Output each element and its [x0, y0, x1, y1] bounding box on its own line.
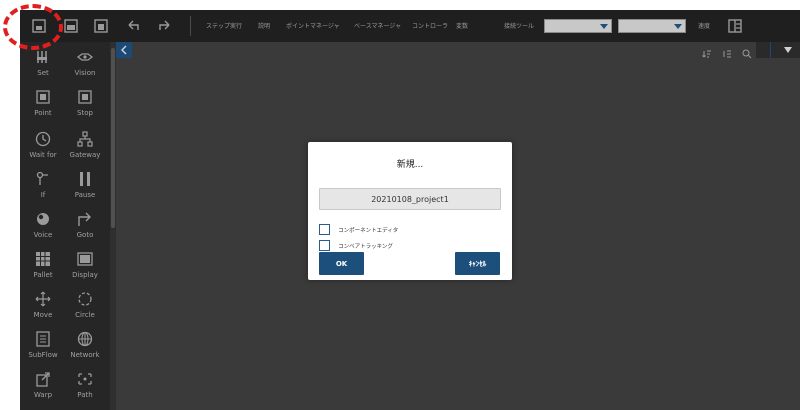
palette-item-pause[interactable]: Pause: [64, 170, 106, 210]
palette-item-voice[interactable]: Voice: [22, 210, 64, 250]
project-name-input[interactable]: [319, 188, 501, 210]
scrollbar-thumb[interactable]: [111, 48, 115, 228]
palette-item-network[interactable]: Network: [64, 330, 106, 370]
robot-select[interactable]: [544, 19, 612, 33]
if-icon: [36, 171, 48, 185]
open-file-icon[interactable]: [62, 17, 80, 35]
pause-icon: [80, 172, 90, 186]
path-icon: [78, 373, 92, 385]
conveyor-tracking-checkbox[interactable]: [319, 240, 330, 251]
command-palette: Set Vision Point Stop Wait for Gateway I…: [20, 42, 110, 410]
menu-description[interactable]: 説明: [258, 21, 270, 30]
top-toolbar: ステップ実行 説明 ポイントマネージャ ベースマネージャ コントローラ 変数 接…: [20, 10, 800, 42]
sort-icon[interactable]: [701, 49, 712, 59]
menu-point-manager[interactable]: ポイントマネージャ: [286, 21, 340, 30]
component-editor-option[interactable]: コンポーネントエディタ: [319, 219, 399, 235]
network-icon: [77, 331, 93, 347]
align-icon[interactable]: [722, 49, 732, 59]
chevron-down-icon: [600, 24, 608, 29]
layout-toggle-icon[interactable]: [726, 17, 744, 35]
component-editor-label: コンポーネントエディタ: [338, 227, 399, 234]
wait-icon: [35, 131, 51, 147]
move-icon: [35, 291, 51, 307]
highlight-circle: [3, 4, 63, 50]
palette-item-point[interactable]: Point: [22, 88, 64, 128]
cancel-button[interactable]: ｷｬﾝｾﾙ: [455, 252, 500, 275]
palette-item-if[interactable]: If: [22, 170, 64, 210]
display-icon: [77, 252, 93, 266]
palette-item-path[interactable]: Path: [64, 370, 106, 410]
chevron-down-icon: [674, 24, 682, 29]
canvas-tools: [697, 44, 752, 59]
save-file-icon[interactable]: [92, 17, 110, 35]
palette-item-stop[interactable]: Stop: [64, 88, 106, 128]
chevron-down-icon: [784, 47, 792, 53]
palette-item-warp[interactable]: Warp: [22, 370, 64, 410]
menu-step-run[interactable]: ステップ実行: [206, 21, 242, 30]
point-icon: [36, 90, 50, 104]
goto-icon: [78, 212, 91, 226]
robot-label: 接続ツール: [504, 23, 535, 30]
palette-item-wait-for[interactable]: Wait for: [22, 130, 64, 170]
palette-item-subflow[interactable]: SubFlow: [22, 330, 64, 370]
stop-icon: [78, 90, 92, 104]
warp-icon: [36, 372, 50, 387]
palette-item-vision[interactable]: Vision: [64, 48, 106, 88]
palette-item-set[interactable]: Set: [22, 48, 64, 88]
palette-item-pallet[interactable]: Pallet: [22, 250, 64, 290]
conveyor-tracking-label: コンベアトラッキング: [338, 243, 393, 250]
dropdown-divider: [770, 42, 771, 58]
undo-icon[interactable]: [124, 17, 142, 35]
voice-icon: [37, 213, 49, 225]
zoom-icon[interactable]: [742, 49, 752, 59]
palette-item-circle[interactable]: Circle: [64, 290, 106, 330]
new-project-dialog: 新規... コンポーネントエディタ コンベアトラッキング OK ｷｬﾝｾﾙ: [308, 142, 512, 280]
component-editor-checkbox[interactable]: [319, 224, 330, 235]
speed-select[interactable]: [618, 19, 686, 33]
menu-base-manager[interactable]: ベースマネージャ: [354, 21, 401, 30]
collapse-palette-icon[interactable]: [116, 42, 132, 58]
palette-item-gateway[interactable]: Gateway: [64, 130, 106, 170]
toolbar-separator: [190, 16, 191, 36]
dialog-title: 新規...: [396, 160, 424, 170]
canvas-view-dropdown[interactable]: [756, 42, 800, 58]
gateway-icon: [77, 131, 93, 147]
speed-label: 速度: [698, 23, 711, 30]
set-icon: [37, 51, 47, 63]
redo-icon[interactable]: [156, 17, 174, 35]
palette-item-move[interactable]: Move: [22, 290, 64, 330]
menu-controller[interactable]: コントローラ: [412, 21, 448, 30]
palette-item-goto[interactable]: Goto: [64, 210, 106, 250]
palette-item-display[interactable]: Display: [64, 250, 106, 290]
circle-icon: [78, 292, 92, 306]
ok-button[interactable]: OK: [319, 252, 364, 275]
conveyor-tracking-option[interactable]: コンベアトラッキング: [319, 235, 393, 251]
pallet-icon: [36, 252, 50, 266]
vision-icon: [76, 53, 94, 61]
subflow-icon: [36, 331, 50, 347]
menu-variables[interactable]: 変数: [456, 21, 468, 30]
